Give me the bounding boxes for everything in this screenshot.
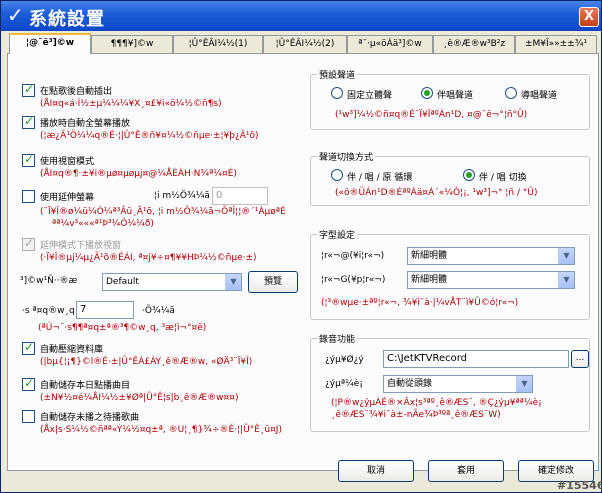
guide-vocal-radio[interactable]	[505, 87, 517, 99]
accompaniment-label: 伴唱聲道	[437, 91, 474, 101]
large-font-label: ¦r«¬@(¥i¦r«¬)	[321, 251, 385, 261]
ext-position-label: ¦i m½Ö¾¼ã	[154, 191, 210, 201]
window-title: 系統設置	[29, 9, 105, 30]
small-font-select[interactable]: 新細明體 ▼	[407, 271, 575, 289]
channel-switch-legend: 聲道切換方式	[317, 150, 376, 163]
record-mode-label: ¿ý­µª¼è¡	[325, 379, 363, 389]
save-today-desc: (±N¥½¤é¼ÅI¼½±¥Øª|Û°Ê¦s|b¸ê®Æ®w¤¤)	[40, 393, 239, 403]
save-pending-desc: (Åx|s·S¼½©ñªª«Ý¼½¤q±ª, ®U¦¸¶}¾÷®É·¦|Û°Ê¸…	[40, 425, 282, 435]
font-settings-desc: (¦³®wµe·±ªº¦r«¬, ¾¥i¯à·|¼vÅT¨ì¥Û©ó¦r«¬)	[321, 298, 519, 308]
guide-vocal-label: 導唱聲道	[521, 91, 558, 101]
window-mode-checkbox[interactable]	[22, 152, 35, 167]
window-mode-desc: (ÅI¤q®¶·±¥i®µø¤µøµj¤@¼ÅÈÀH·N¾ª¼¤É)	[40, 169, 237, 179]
auto-play-desc: (ÅI¤q«á·Í½±µ¼¼¼¥X¸¤£¥i«ö¼½©ñ¶s)	[40, 99, 222, 109]
tab-panel: 在點歌後自動插出 (ÅI¤q«á·Í½±µ¼¼¼¥X¸¤£¥i«ö¼½©ñ¶s)…	[7, 53, 599, 482]
tab-database[interactable]: ¸ê®Æ®w³B²z	[433, 35, 515, 53]
font-settings-group: 字型設定 ¦r«¬@(¥i¦r«¬) 新細明體 ▼ ¦r«¬G(¥p¦r«¬) …	[310, 228, 590, 320]
settings-window: ✓ 系統設置 X ¦@¯ë³]©w ¶¶¶¥]©w ¦Û°ÊÂI¼½(1) ¦Û…	[0, 0, 602, 493]
small-font-label: ¦r«¬G(¥p¦r«¬)	[321, 275, 386, 285]
recording-desc-2: ¸ê®ÆS¨¾¥i¯à±-nÃe¾Þ³ºª¸ê®ÆS¨W)	[331, 410, 501, 420]
fixed-stereo-radio[interactable]	[331, 87, 343, 99]
chevron-down-icon: ▼	[558, 272, 574, 288]
default-channel-group: 預設聲道 固定立體聲 伴唱聲道 導唱聲道 (¹w³]¼½©ñ¤q®É¨Ï¥Îªº…	[310, 68, 590, 130]
compress-db-desc: (|bµ{¦¡¶}©l®É·±|Û°ÊÀ£ÁY¸ê®Æ®w, «ØÄ³¨Ï¥Î)	[40, 357, 253, 367]
small-font-value: 新細明體	[411, 275, 448, 285]
volume-label: ·s ª¤q®w¸q	[22, 306, 75, 316]
auto-play-label: 在點歌後自動插出	[40, 87, 113, 97]
large-font-select[interactable]: 新細明體 ▼	[407, 247, 575, 265]
extended-screen-checkbox[interactable]	[22, 190, 35, 203]
large-font-value: 新細明體	[411, 251, 448, 261]
extended-screen-desc-2: ªª¼v³«««ª¹Þ³¼Ö¼¼ð)	[52, 219, 154, 229]
window-mode-label: 使用視窗模式	[40, 157, 95, 167]
cycle-mode-label: 伴 / 唱 / 原 循環	[347, 173, 413, 183]
tab-keys[interactable]: ª¯·µ«öÁä³]©w	[347, 35, 433, 53]
save-today-label: 自動儲存本日點播曲目	[40, 381, 131, 391]
record-path-input[interactable]: C:\JetKTVRecord	[383, 350, 569, 368]
apply-button[interactable]: 套用	[428, 460, 504, 482]
auto-play-checkbox[interactable]	[22, 82, 35, 97]
extended-window-desc: (·Ï¥Î®µj¼µ¿Ã¹õ®ÉÁI, ª¤j¥÷¤¶¥¥HÞ¼½©ñµe·±)	[40, 253, 257, 263]
default-channel-legend: 預設聲道	[317, 68, 358, 81]
save-today-checkbox[interactable]	[22, 376, 35, 391]
recording-group: 錄音功能 ¿ý­µ¥Ø¿ý C:\JetKTVRecord ... ¿ý­µª¼…	[310, 332, 590, 432]
tab-order[interactable]: ¶¶¶¥]©w	[91, 35, 173, 53]
save-pending-label: 自動儲存未播之待播歌曲	[40, 413, 140, 423]
extended-screen-label: 使用延伸螢幕	[40, 193, 95, 203]
extended-window-label: 延伸模式下播放視窗	[40, 241, 122, 251]
fixed-stereo-label: 固定立體聲	[347, 91, 393, 101]
record-path-label: ¿ý­µ¥Ø¿ý	[325, 355, 364, 365]
accompaniment-radio[interactable]	[421, 87, 433, 99]
save-pending-checkbox[interactable]	[22, 410, 35, 423]
cancel-button[interactable]: 取消	[338, 460, 414, 482]
cycle-mode-radio[interactable]	[331, 169, 343, 181]
default-channel-desc: (¹w³]¼½©ñ¤q®É¨Ï¥ÎªºÁn¹D, ¤@¯ë¬°¦ñ°Û)	[335, 110, 528, 120]
check-icon: ✓	[7, 3, 24, 27]
ext-position-input[interactable]: 0	[212, 187, 268, 205]
browse-button[interactable]: ...	[571, 350, 589, 368]
volume-input[interactable]: 7	[76, 301, 134, 319]
extended-window-checkbox[interactable]	[22, 236, 35, 251]
compress-db-label: 自動壓縮資料庫	[40, 345, 104, 355]
fullscreen-desc: (¦æ¿Ã¹Ö¼¼q®É·¦|Û°Ê®ñ¥¤¼½©ñµe·±¦¥þ¿Ã¹õ)	[40, 131, 259, 141]
recording-desc-1: (¦P®w¿ý­µÀÉ®×Âx¦s³ªº¸ê®ÆS¨, ®Ç¿ý­µ¥ªª¼è¡	[331, 398, 542, 408]
close-button[interactable]: X	[579, 7, 599, 27]
chevron-down-icon: ▼	[516, 376, 532, 392]
fullscreen-checkbox[interactable]	[22, 114, 35, 129]
record-mode-value: 自動從頭錄	[387, 379, 433, 389]
channel-switch-desc: («ö®ÜÁn¹D®ÉªºÁä¤Á´«¼Ò¦¡, ¹w³]¬° ¦ñ / °Û)	[335, 188, 538, 198]
chevron-down-icon: ▼	[558, 248, 574, 264]
tab-general[interactable]: ¦@¯ë³]©w	[9, 33, 91, 54]
recording-legend: 錄音功能	[317, 332, 358, 345]
preset-select[interactable]: Default ▼	[102, 273, 242, 291]
font-settings-legend: 字型設定	[317, 228, 358, 241]
tab-autoplay-2[interactable]: ¦Û°ÊÂI¼½(2)	[263, 35, 347, 53]
toggle-mode-label: 伴 / 唱 切換	[479, 173, 527, 183]
title-bar[interactable]: ✓ 系統設置 X	[1, 1, 601, 31]
fullscreen-label: 播放時自動全螢幕播放	[40, 119, 131, 129]
preview-button[interactable]: 預覽	[248, 271, 298, 293]
tab-autoplay-1[interactable]: ¦Û°ÊÂI¼½(1)	[173, 35, 263, 53]
compress-db-checkbox[interactable]	[22, 340, 35, 355]
volume-unit: ·Ö¾¼ã	[142, 306, 175, 316]
chevron-down-icon: ▼	[225, 274, 241, 290]
extended-screen-desc-1: (¨Ï¥Î®ø¼ü¼Ò¼ª³Ãü¸Ã¹õ, ¦i m½Ö¾¼ã¬ÕªÎ¦¦®´¹…	[40, 207, 286, 217]
volume-desc: (ªÚ¬¨·s¶¶ª¤q±ª®³¶©w¸q, ³æ¦ì¬°¤ë)	[38, 323, 207, 333]
preset-value: Default	[106, 277, 139, 287]
record-mode-select[interactable]: 自動從頭錄 ▼	[383, 375, 533, 393]
tab-strip: ¦@¯ë³]©w ¶¶¶¥]©w ¦Û°ÊÂI¼½(1) ¦Û°ÊÂI¼½(2)…	[7, 33, 599, 54]
watermark: #15546	[557, 479, 602, 492]
preset-label: ³]©w¹Ñ··®æ	[20, 276, 78, 286]
tab-remote[interactable]: ±M¥Î»»±±¾¹	[515, 35, 597, 53]
toggle-mode-radio[interactable]	[463, 169, 475, 181]
channel-switch-group: 聲道切換方式 伴 / 唱 / 原 循環 伴 / 唱 切換 («ö®ÜÁn¹D®É…	[310, 150, 590, 206]
